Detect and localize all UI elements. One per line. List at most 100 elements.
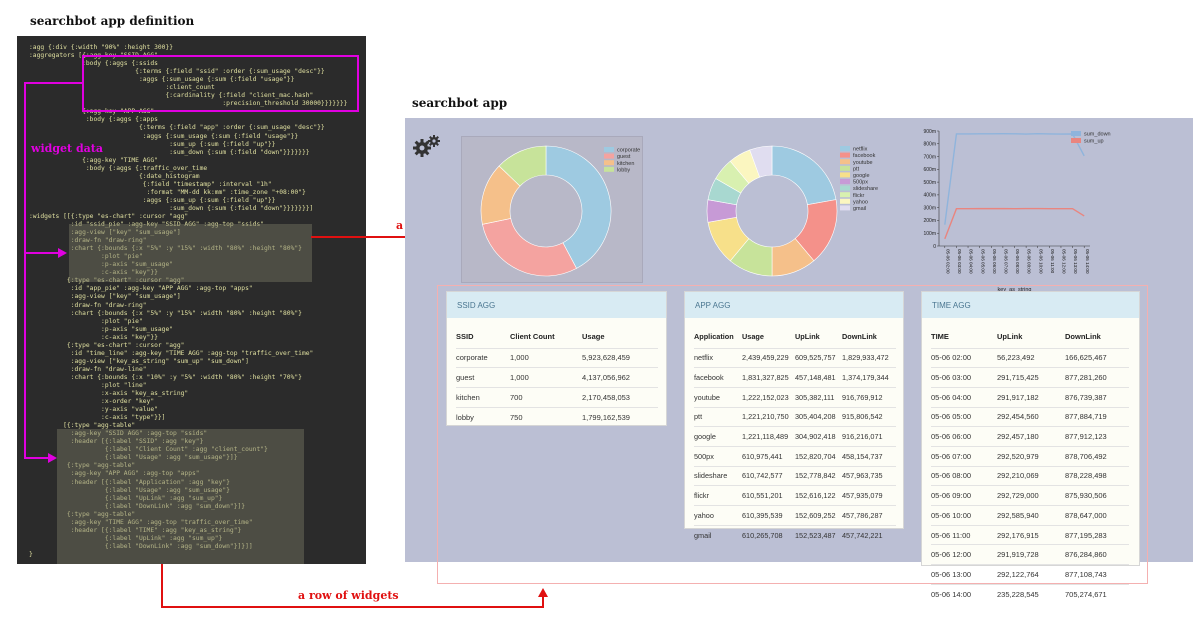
table-row: 05-06 14:00 235,228,545 705,274,671 (931, 583, 1129, 604)
table-cell: 877,108,743 (1065, 564, 1129, 585)
table-cell: 05-06 12:00 (931, 544, 997, 565)
legend-label: lobby (617, 167, 630, 173)
legend-swatch (840, 152, 850, 158)
table-cell: 700 (510, 386, 582, 408)
table-row: 05-06 08:00 292,210,069 878,228,498 (931, 465, 1129, 486)
table-cell: 1,000 (510, 367, 582, 388)
ssid-table-title: SSID AGG (447, 292, 666, 318)
y-tick-label: 600m (923, 167, 936, 173)
table-cell: 877,884,719 (1065, 406, 1129, 427)
table-row: 05-06 04:00 291,917,182 876,739,387 (931, 386, 1129, 408)
ssid-donut-chart[interactable]: corporateguestkitchenlobby (461, 136, 643, 283)
table-row: gmail 610,265,708 152,523,487 457,742,221 (694, 524, 896, 545)
table-cell: 152,616,122 (795, 485, 842, 506)
ssid-table: SSID Client Count Usage corporate 1,000 5,… (456, 326, 658, 427)
legend-label: google (853, 173, 870, 179)
table-header[interactable]: DownLink (842, 326, 896, 348)
table-row: guest 1,000 4,137,056,962 (456, 367, 658, 388)
app-donut-chart[interactable]: netflixfacebookyoutubepttgoogle500pxslid… (700, 136, 890, 283)
table-cell: 610,395,539 (742, 505, 795, 526)
table-cell: 457,148,481 (795, 367, 842, 388)
pink-arrow-head (58, 248, 67, 258)
x-tick-label: 05-06 03:00 (957, 249, 962, 274)
table-header[interactable]: Usage (582, 326, 658, 348)
table-cell: 610,551,201 (742, 485, 795, 506)
table-cell: 877,281,260 (1065, 367, 1129, 388)
x-tick-label: 05-06 02:00 (945, 249, 950, 274)
table-cell: 458,154,737 (842, 445, 896, 467)
time-table: TIME UpLink DownLink 05-06 02:00 56,223,4… (931, 326, 1129, 604)
table-cell: slideshare (694, 465, 742, 486)
table-cell: 166,625,467 (1065, 347, 1129, 368)
legend-swatch (840, 205, 850, 211)
table-header[interactable]: Application (694, 326, 742, 348)
app-ring-slice[interactable] (771, 145, 837, 206)
table-cell: 292,176,915 (997, 524, 1065, 545)
gear-icon[interactable] (413, 135, 441, 159)
table-cell: 916,216,071 (842, 426, 896, 447)
table-cell: 05-06 11:00 (931, 524, 997, 545)
legend-swatch (840, 165, 850, 171)
table-header[interactable]: DownLink (1065, 326, 1129, 348)
table-row: slideshare 610,742,577 152,778,842 457,963,… (694, 465, 896, 486)
table-header[interactable]: UpLink (795, 326, 842, 348)
table-row: 500px 610,975,441 152,820,704 458,154,737 (694, 445, 896, 467)
table-cell: 05-06 08:00 (931, 465, 997, 486)
legend-swatch (840, 198, 850, 204)
table-row: google 1,221,118,489 304,902,418 916,216,07… (694, 426, 896, 447)
y-tick-label: 700m (923, 154, 936, 160)
legend-label: gmail (853, 206, 866, 212)
table-cell: 292,585,940 (997, 505, 1065, 526)
time-line-chart[interactable]: 0 100m 200m 300m 400m 500m 600m 700m 800m 900m 05-… (905, 125, 1120, 293)
table-row: youtube 1,222,152,023 305,382,111 916,769,9… (694, 386, 896, 408)
table-row: 05-06 10:00 292,585,940 878,647,000 (931, 505, 1129, 526)
table-cell: 877,912,123 (1065, 426, 1129, 447)
legend-label: sum_down (1084, 132, 1111, 138)
table-cell: lobby (456, 406, 510, 427)
table-row: 05-06 07:00 292,520,979 878,706,492 (931, 445, 1129, 467)
code-editor: :agg {:div {:width "90%" :height 300}} :… (17, 36, 366, 564)
table-header[interactable]: Client Count (510, 326, 582, 348)
table-header[interactable]: UpLink (997, 326, 1065, 348)
legend-label: flickr (853, 193, 864, 199)
x-tick-label: 05-06 07:00 (1003, 249, 1008, 274)
highlight-tables (57, 429, 304, 564)
table-cell: 291,917,182 (997, 386, 1065, 408)
sum_up-line[interactable] (944, 207, 1085, 240)
legend-label: facebook (853, 153, 876, 159)
table-row: 05-06 05:00 292,454,560 877,884,719 (931, 406, 1129, 427)
legend-label: yahoo (853, 199, 868, 205)
table-cell: 457,935,079 (842, 485, 896, 506)
table-cell: 877,195,283 (1065, 524, 1129, 545)
sum_down-line[interactable] (944, 133, 1085, 225)
legend-swatch (1071, 138, 1081, 143)
table-cell: 1,829,933,472 (842, 347, 896, 368)
red-connector (542, 596, 544, 608)
table-cell: 1,374,179,344 (842, 367, 896, 388)
legend-label: guest (617, 154, 631, 160)
table-cell: 152,523,487 (795, 524, 842, 545)
legend-label: youtube (853, 160, 873, 166)
table-cell: 05-06 04:00 (931, 386, 997, 408)
legend-swatch (604, 160, 614, 166)
legend-swatch (840, 185, 850, 191)
table-cell: 235,228,545 (997, 583, 1065, 604)
pink-connector (24, 457, 48, 459)
legend-label: 500px (853, 180, 868, 186)
ssid-ring-slice[interactable] (482, 218, 577, 277)
table-cell: 05-06 06:00 (931, 426, 997, 447)
table-cell: gmail (694, 524, 742, 545)
table-header[interactable]: TIME (931, 326, 997, 348)
table-cell: yahoo (694, 505, 742, 526)
pink-connector (24, 82, 82, 84)
table-row: 05-06 12:00 291,919,728 876,284,860 (931, 544, 1129, 565)
table-cell: 305,404,208 (795, 406, 842, 427)
legend-swatch (604, 147, 614, 152)
legend-swatch (840, 192, 850, 198)
table-row: yahoo 610,395,539 152,609,252 457,786,287 (694, 505, 896, 526)
y-tick-label: 500m (923, 180, 936, 186)
legend-label: ptt (853, 166, 860, 172)
legend-swatch (840, 172, 850, 178)
table-header[interactable]: Usage (742, 326, 795, 348)
table-header[interactable]: SSID (456, 326, 510, 348)
